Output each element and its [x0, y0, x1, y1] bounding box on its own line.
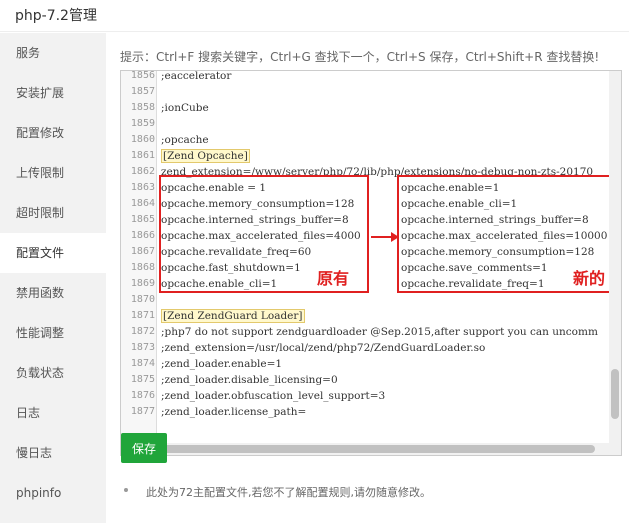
new-config-line: opcache.enable=1 — [401, 182, 500, 194]
code-line: zend_extension=/www/server/php/72/lib/ph… — [161, 166, 594, 178]
vertical-scroll-thumb[interactable] — [611, 369, 619, 419]
line-number: 1867 — [130, 246, 155, 257]
new-config-line: opcache.enable_cli=1 — [401, 198, 518, 210]
code-line: ;opcache — [161, 134, 209, 146]
code-line: opcache.interned_strings_buffer=8 — [161, 214, 349, 226]
sidebar-item[interactable]: 慢日志 — [0, 433, 106, 473]
sidebar-item[interactable]: 配置文件 — [0, 233, 106, 273]
sidebar-item[interactable]: 超时限制 — [0, 193, 106, 233]
line-number: 1868 — [130, 262, 155, 273]
line-number: 1864 — [130, 198, 155, 209]
shortcut-tip: 提示：Ctrl+F 搜索关键字，Ctrl+G 查找下一个，Ctrl+S 保存，C… — [120, 50, 600, 64]
code-line: ;eaccelerator — [161, 70, 232, 82]
line-number: 1870 — [130, 294, 155, 305]
new-config-line: opcache.max_accelerated_files=10000 — [401, 230, 608, 242]
line-number: 1862 — [130, 166, 155, 177]
sidebar-item[interactable]: 上传限制 — [0, 153, 106, 193]
line-number: 1861 — [130, 150, 155, 161]
line-number: 1873 — [130, 342, 155, 353]
code-line: ;zend_loader.license_path= — [161, 406, 307, 418]
code-line: ;zend_loader.obfuscation_level_support=3 — [161, 390, 386, 402]
line-number: 1863 — [130, 182, 155, 193]
code-line: opcache.memory_consumption=128 — [161, 198, 355, 210]
code-line: opcache.revalidate_freq=60 — [161, 246, 312, 258]
line-number: 1869 — [130, 278, 155, 289]
sidebar-item[interactable]: 禁用函数 — [0, 273, 106, 313]
code-line: opcache.enable_cli=1 — [161, 278, 278, 290]
code-line: ;zend_loader.disable_licensing=0 — [161, 374, 338, 386]
code-line: [Zend Opcache] — [161, 148, 250, 164]
code-line: opcache.fast_shutdown=1 — [161, 262, 301, 274]
line-number: 1877 — [130, 406, 155, 417]
line-number: 1857 — [130, 86, 155, 97]
line-number: 1860 — [130, 134, 155, 145]
new-config-line: opcache.save_comments=1 — [401, 262, 548, 274]
line-number: 1871 — [130, 310, 155, 321]
sidebar-item[interactable]: 服务 — [0, 33, 106, 73]
line-number: 1859 — [130, 118, 155, 129]
horizontal-scroll-thumb[interactable] — [125, 445, 595, 453]
main-panel: 提示：Ctrl+F 搜索关键字，Ctrl+G 查找下一个，Ctrl+S 保存，C… — [106, 33, 629, 523]
line-number: 1856 — [130, 70, 155, 81]
line-number: 1865 — [130, 214, 155, 225]
line-number: 1876 — [130, 390, 155, 401]
sidebar: 服务 安装扩展 配置修改 上传限制 超时限制 配置文件 禁用函数 性能调整 负载状态 日志 慢日志 p… — [0, 33, 106, 523]
config-note: 此处为72主配置文件,若您不了解配置规则,请勿随意修改。 — [146, 486, 431, 499]
code-line: ;zend_loader.enable=1 — [161, 358, 283, 370]
config-editor[interactable]: 1856 ;eaccelerator 1857 1858 ;ionCube 1859 186… — [120, 70, 622, 456]
section-header: [Zend ZendGuard Loader] — [161, 309, 305, 323]
sidebar-item[interactable]: phpinfo — [0, 473, 106, 513]
vertical-scrollbar[interactable] — [609, 71, 621, 455]
line-number: 1874 — [130, 358, 155, 369]
code-line: opcache.enable = 1 — [161, 182, 267, 194]
new-label: 新的 — [573, 269, 606, 288]
sidebar-item[interactable]: 日志 — [0, 393, 106, 433]
section-header: [Zend Opcache] — [161, 149, 250, 163]
code-line: ;php7 do not support zendguardloader @Se… — [161, 326, 598, 338]
window-title: php-7.2管理 — [0, 0, 629, 32]
code-line: opcache.max_accelerated_files=4000 — [161, 230, 361, 242]
bullet-icon — [124, 488, 128, 492]
save-button[interactable]: 保存 — [121, 433, 167, 463]
code-line: [Zend ZendGuard Loader] — [161, 308, 305, 324]
arrow-icon — [371, 232, 399, 242]
sidebar-item[interactable]: 性能调整 — [0, 313, 106, 353]
line-number: 1866 — [130, 230, 155, 241]
line-number: 1875 — [130, 374, 155, 385]
sidebar-item[interactable]: 负载状态 — [0, 353, 106, 393]
line-number: 1858 — [130, 102, 155, 113]
original-label: 原有 — [317, 269, 350, 288]
code-line: ;ionCube — [161, 102, 209, 114]
sidebar-item[interactable]: 配置修改 — [0, 113, 106, 153]
new-config-line: opcache.interned_strings_buffer=8 — [401, 214, 589, 226]
code-line: ;zend_extension=/usr/local/zend/php72/Ze… — [161, 342, 486, 354]
horizontal-scrollbar[interactable] — [121, 443, 621, 455]
sidebar-item[interactable]: 安装扩展 — [0, 73, 106, 113]
new-config-line: opcache.revalidate_freq=1 — [401, 278, 545, 290]
new-config-line: opcache.memory_consumption=128 — [401, 246, 595, 258]
line-number: 1872 — [130, 326, 155, 337]
